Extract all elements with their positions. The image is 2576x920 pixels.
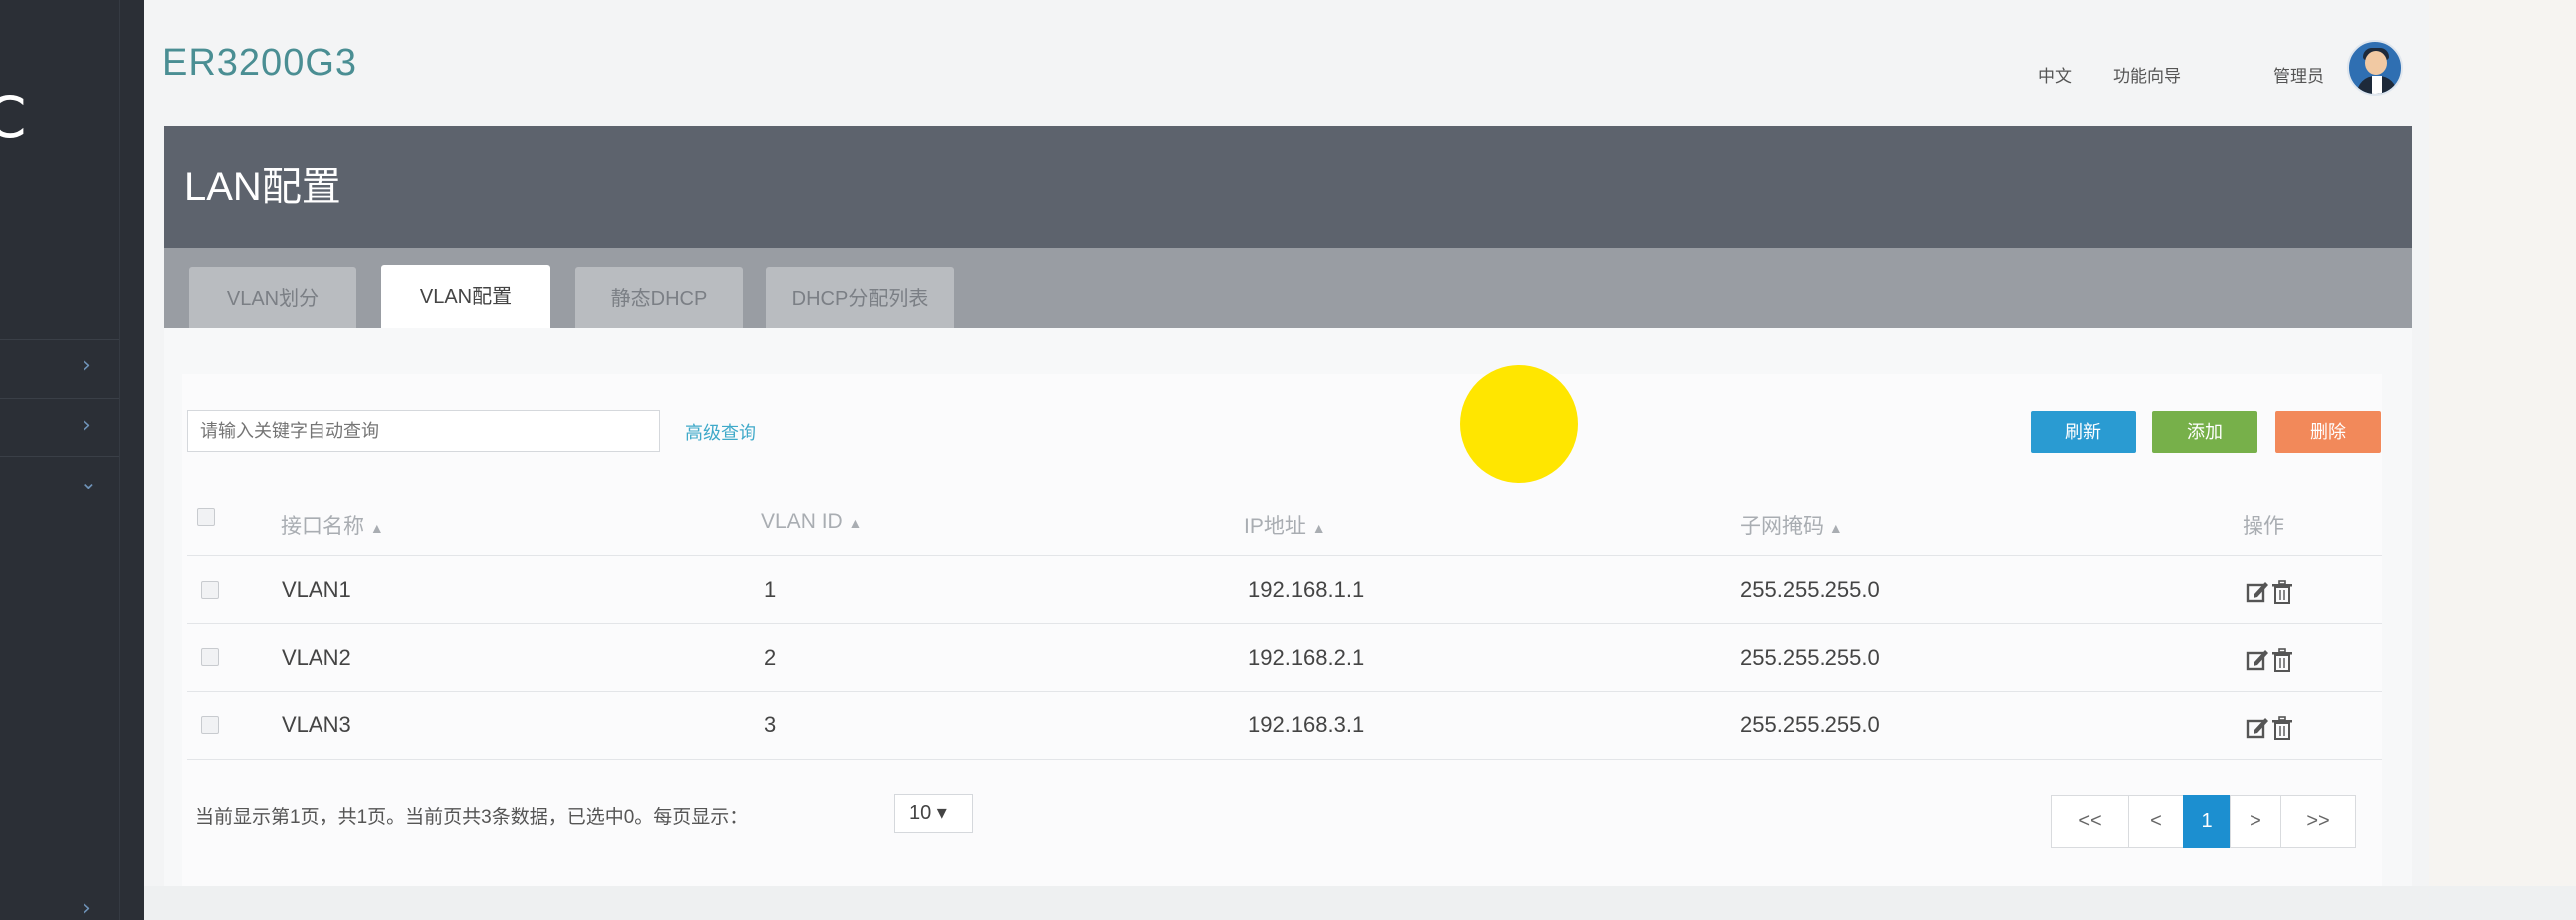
avatar[interactable] <box>2347 40 2403 96</box>
next-page-button[interactable]: > <box>2230 795 2281 848</box>
bottom-area <box>144 886 2576 920</box>
trash-icon[interactable] <box>2271 579 2293 605</box>
cell-interface-name: VLAN2 <box>282 645 351 670</box>
tab-vlan-config[interactable]: VLAN配置 <box>381 265 550 328</box>
prev-page-button[interactable]: < <box>2128 795 2184 848</box>
cell-vlan-id: 2 <box>764 645 777 670</box>
sort-arrow-icon: ▲ <box>1311 520 1326 536</box>
chevron-down-icon[interactable]: ⌄ <box>80 470 97 494</box>
trash-icon[interactable] <box>2271 647 2293 673</box>
delete-button[interactable]: 删除 <box>2275 411 2381 453</box>
pagination-summary: 当前显示第1页，共1页。当前页共3条数据，已选中0。每页显示： <box>195 807 749 828</box>
sort-arrow-icon: ▲ <box>1828 520 1843 536</box>
sidebar: C › › ⌄ › <box>0 0 144 920</box>
language-switch[interactable]: 中文 <box>2039 62 2072 87</box>
cell-ip: 192.168.3.1 <box>1248 712 1365 737</box>
edit-icon[interactable] <box>2246 647 2269 673</box>
page-size-select[interactable]: 10 ▾ <box>894 794 973 833</box>
row-actions <box>2246 715 2293 741</box>
table-header-divider <box>187 555 2382 556</box>
column-header-vlan-id[interactable]: VLAN ID ▲ <box>761 510 862 534</box>
edit-icon[interactable] <box>2246 579 2269 605</box>
row-divider <box>187 623 2382 624</box>
cell-interface-name: VLAN1 <box>282 577 351 602</box>
chevron-right-icon[interactable]: › <box>82 896 91 920</box>
edit-icon[interactable] <box>2246 715 2269 741</box>
row-actions <box>2246 579 2293 605</box>
logo: C <box>0 88 27 147</box>
sidebar-divider <box>0 456 119 457</box>
row-actions <box>2246 647 2293 673</box>
tab-vlan-division[interactable]: VLAN划分 <box>189 267 356 328</box>
chevron-right-icon[interactable]: › <box>82 353 91 378</box>
user-name[interactable]: 管理员 <box>2273 62 2324 87</box>
column-header-actions: 操作 <box>2243 515 2284 538</box>
tab-static-dhcp[interactable]: 静态DHCP <box>575 267 743 328</box>
refresh-button[interactable]: 刷新 <box>2031 411 2136 453</box>
cell-ip: 192.168.1.1 <box>1248 577 1365 602</box>
row-checkbox[interactable] <box>201 716 219 734</box>
column-header-interface-name[interactable]: 接口名称 ▲ <box>281 510 384 540</box>
row-divider <box>187 759 2382 760</box>
last-page-button[interactable]: >> <box>2280 795 2356 848</box>
cell-ip: 192.168.2.1 <box>1248 645 1365 670</box>
add-button[interactable]: 添加 <box>2152 411 2257 453</box>
page-button-current[interactable]: 1 <box>2183 795 2231 848</box>
cell-interface-name: VLAN3 <box>282 712 351 737</box>
page-title: LAN配置 <box>184 165 341 209</box>
trash-icon[interactable] <box>2271 715 2293 741</box>
column-header-ip[interactable]: IP地址 ▲ <box>1244 510 1326 540</box>
sidebar-divider <box>0 339 119 340</box>
sidebar-divider <box>119 0 120 920</box>
cell-vlan-id: 1 <box>764 577 777 602</box>
background-right <box>2429 0 2576 920</box>
pagination: << < 1 > >> <box>2051 795 2356 848</box>
sidebar-divider <box>0 398 119 399</box>
cell-subnet-mask: 255.255.255.0 <box>1740 712 1880 737</box>
sort-arrow-icon: ▲ <box>369 520 384 536</box>
row-checkbox[interactable] <box>201 648 219 666</box>
device-model-title: ER3200G3 <box>162 42 358 84</box>
cell-subnet-mask: 255.255.255.0 <box>1740 645 1880 670</box>
advanced-search-link[interactable]: 高级查询 <box>685 419 756 445</box>
search-input[interactable] <box>187 410 660 452</box>
row-checkbox[interactable] <box>201 581 219 599</box>
first-page-button[interactable]: << <box>2051 795 2129 848</box>
panel-header <box>164 126 2412 248</box>
cell-vlan-id: 3 <box>764 712 777 737</box>
sort-arrow-icon: ▲ <box>848 515 863 531</box>
row-divider <box>187 691 2382 692</box>
tab-dhcp-list[interactable]: DHCP分配列表 <box>766 267 954 328</box>
setup-wizard-link[interactable]: 功能向导 <box>2113 62 2181 87</box>
select-all-checkbox[interactable] <box>197 508 215 526</box>
chevron-right-icon[interactable]: › <box>82 413 91 438</box>
cell-subnet-mask: 255.255.255.0 <box>1740 577 1880 602</box>
column-header-subnet-mask[interactable]: 子网掩码 ▲ <box>1740 510 1843 540</box>
click-marker <box>1460 365 1578 483</box>
